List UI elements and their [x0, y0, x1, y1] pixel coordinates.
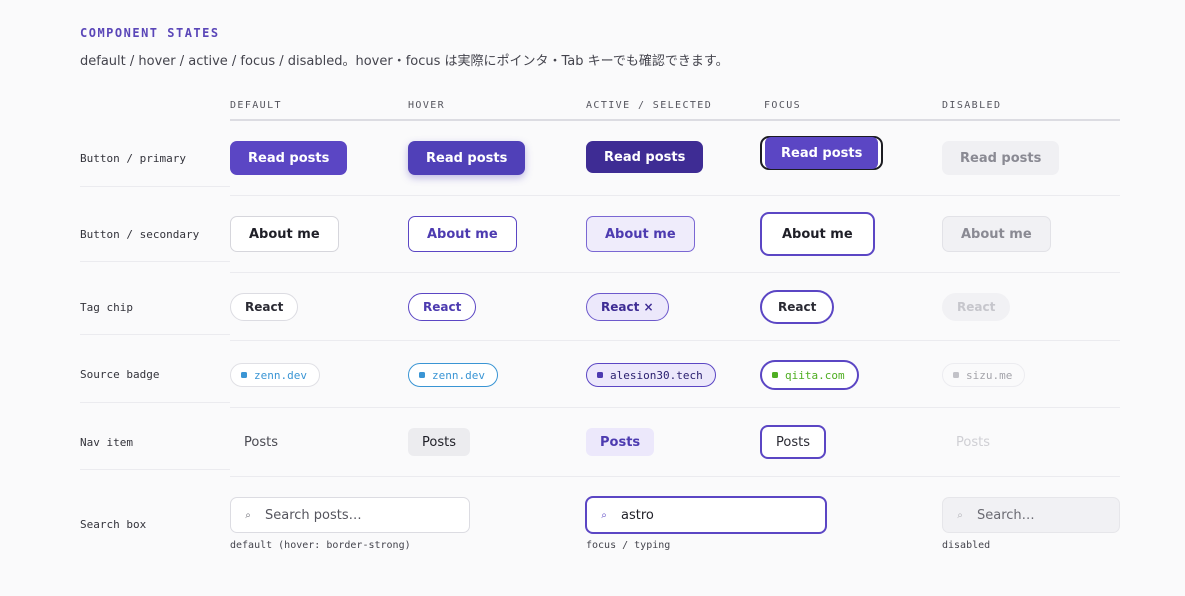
search-input-focus[interactable]: ⌕ astro	[586, 497, 826, 533]
cell: Read posts	[586, 141, 704, 173]
tag-chip-default[interactable]: React	[230, 293, 299, 321]
primary-button-default[interactable]: Read posts	[230, 141, 348, 175]
row-label-button-secondary: Button / secondary	[80, 228, 200, 241]
cell: qiita.com	[760, 360, 859, 390]
primary-button-focus[interactable]: Read posts	[765, 137, 879, 169]
cell: Read posts	[230, 141, 348, 175]
search-caption-focus: focus / typing	[586, 540, 671, 551]
source-dot-icon	[419, 372, 425, 378]
source-badge-focus[interactable]: qiita.com	[760, 360, 859, 390]
cell: Posts	[408, 428, 470, 456]
cell: React	[230, 293, 299, 321]
primary-button-focus-ring[interactable]: Read posts	[760, 136, 884, 170]
primary-button-disabled: Read posts	[942, 141, 1060, 175]
row-divider	[230, 340, 1120, 341]
secondary-button-active[interactable]: About me	[586, 216, 695, 252]
source-badge-label: qiita.com	[785, 368, 845, 382]
row-label-tag-chip: Tag chip	[80, 301, 133, 314]
search-input-disabled: ⌕ Search…	[942, 497, 1120, 533]
tag-chip-hover[interactable]: React	[408, 293, 477, 321]
secondary-button-hover[interactable]: About me	[408, 216, 517, 252]
row-label-search-box: Search box	[80, 518, 147, 531]
nav-item-default[interactable]: Posts	[230, 428, 292, 456]
search-caption-disabled: disabled	[942, 540, 991, 551]
label-divider	[80, 469, 230, 470]
search-icon: ⌕	[245, 509, 251, 521]
cell: React	[942, 293, 1011, 321]
row-label-nav-item: Nav item	[80, 436, 133, 449]
source-dot-icon	[772, 372, 778, 378]
row-divider	[230, 195, 1120, 196]
column-header-hover: HOVER	[408, 100, 446, 111]
search-value: astro	[621, 507, 654, 523]
secondary-button-disabled: About me	[942, 216, 1051, 252]
cell: Read posts	[942, 141, 1060, 175]
row-divider	[230, 476, 1120, 477]
label-divider	[80, 186, 230, 187]
column-header-default: DEFAULT	[230, 100, 282, 111]
cell: zenn.dev	[230, 363, 320, 387]
cell: React ×	[586, 293, 669, 321]
row-label-button-primary: Button / primary	[80, 152, 186, 165]
secondary-button-default[interactable]: About me	[230, 216, 339, 252]
primary-button-active[interactable]: Read posts	[586, 141, 704, 173]
cell: React	[760, 290, 835, 324]
cell: Read posts	[408, 141, 526, 175]
column-header-focus: FOCUS	[764, 100, 802, 111]
nav-item-focus[interactable]: Posts	[760, 425, 826, 459]
cell: Posts	[760, 425, 826, 459]
nav-item-hover[interactable]: Posts	[408, 428, 470, 456]
cell: Posts	[586, 428, 655, 456]
search-placeholder: Search posts…	[265, 507, 362, 523]
label-divider	[80, 334, 230, 335]
page-title: COMPONENT STATES	[80, 26, 220, 40]
cell: React	[408, 293, 477, 321]
source-badge-label: sizu.me	[966, 368, 1013, 382]
cell: Posts	[942, 428, 1004, 456]
tag-chip-disabled: React	[942, 293, 1011, 321]
column-header-active: ACTIVE / SELECTED	[586, 100, 713, 111]
row-label-source-badge: Source badge	[80, 368, 160, 381]
source-badge-active[interactable]: alesion30.tech	[586, 363, 716, 387]
cell: About me	[586, 216, 695, 252]
row-divider	[230, 407, 1120, 408]
tag-chip-focus[interactable]: React	[760, 290, 835, 324]
label-divider	[80, 402, 230, 403]
cell: zenn.dev	[408, 363, 498, 387]
cell: alesion30.tech	[586, 363, 716, 387]
source-dot-icon	[597, 372, 603, 378]
secondary-button-focus[interactable]: About me	[760, 212, 875, 256]
nav-item-disabled: Posts	[956, 434, 990, 450]
cell: Read posts	[760, 136, 884, 170]
search-icon: ⌕	[601, 509, 607, 521]
header-divider	[230, 119, 1120, 121]
cell: About me	[760, 212, 875, 256]
source-badge-label: zenn.dev	[432, 368, 485, 382]
source-badge-label: alesion30.tech	[610, 368, 703, 382]
search-placeholder: Search…	[977, 507, 1035, 523]
cell: About me	[942, 216, 1051, 252]
column-header-disabled: DISABLED	[942, 100, 1002, 111]
search-input-default[interactable]: ⌕ Search posts…	[230, 497, 470, 533]
cell: sizu.me	[942, 363, 1026, 387]
source-badge-hover[interactable]: zenn.dev	[408, 363, 498, 387]
cell: Posts	[230, 428, 292, 456]
source-badge-label: zenn.dev	[254, 368, 307, 382]
source-dot-icon	[953, 372, 959, 378]
search-icon: ⌕	[957, 509, 963, 521]
source-badge-disabled: sizu.me	[942, 363, 1026, 387]
nav-item-active[interactable]: Posts	[586, 428, 655, 456]
source-badge-default[interactable]: zenn.dev	[230, 363, 320, 387]
cell: About me	[408, 216, 517, 252]
cell: About me	[230, 216, 339, 252]
search-caption-default: default (hover: border-strong)	[230, 540, 411, 551]
label-divider	[80, 261, 230, 262]
tag-chip-active[interactable]: React ×	[586, 293, 669, 321]
primary-button-hover[interactable]: Read posts	[408, 141, 526, 175]
source-dot-icon	[241, 372, 247, 378]
page-subtitle: default / hover / active / focus / disab…	[80, 54, 729, 69]
row-divider	[230, 272, 1120, 273]
